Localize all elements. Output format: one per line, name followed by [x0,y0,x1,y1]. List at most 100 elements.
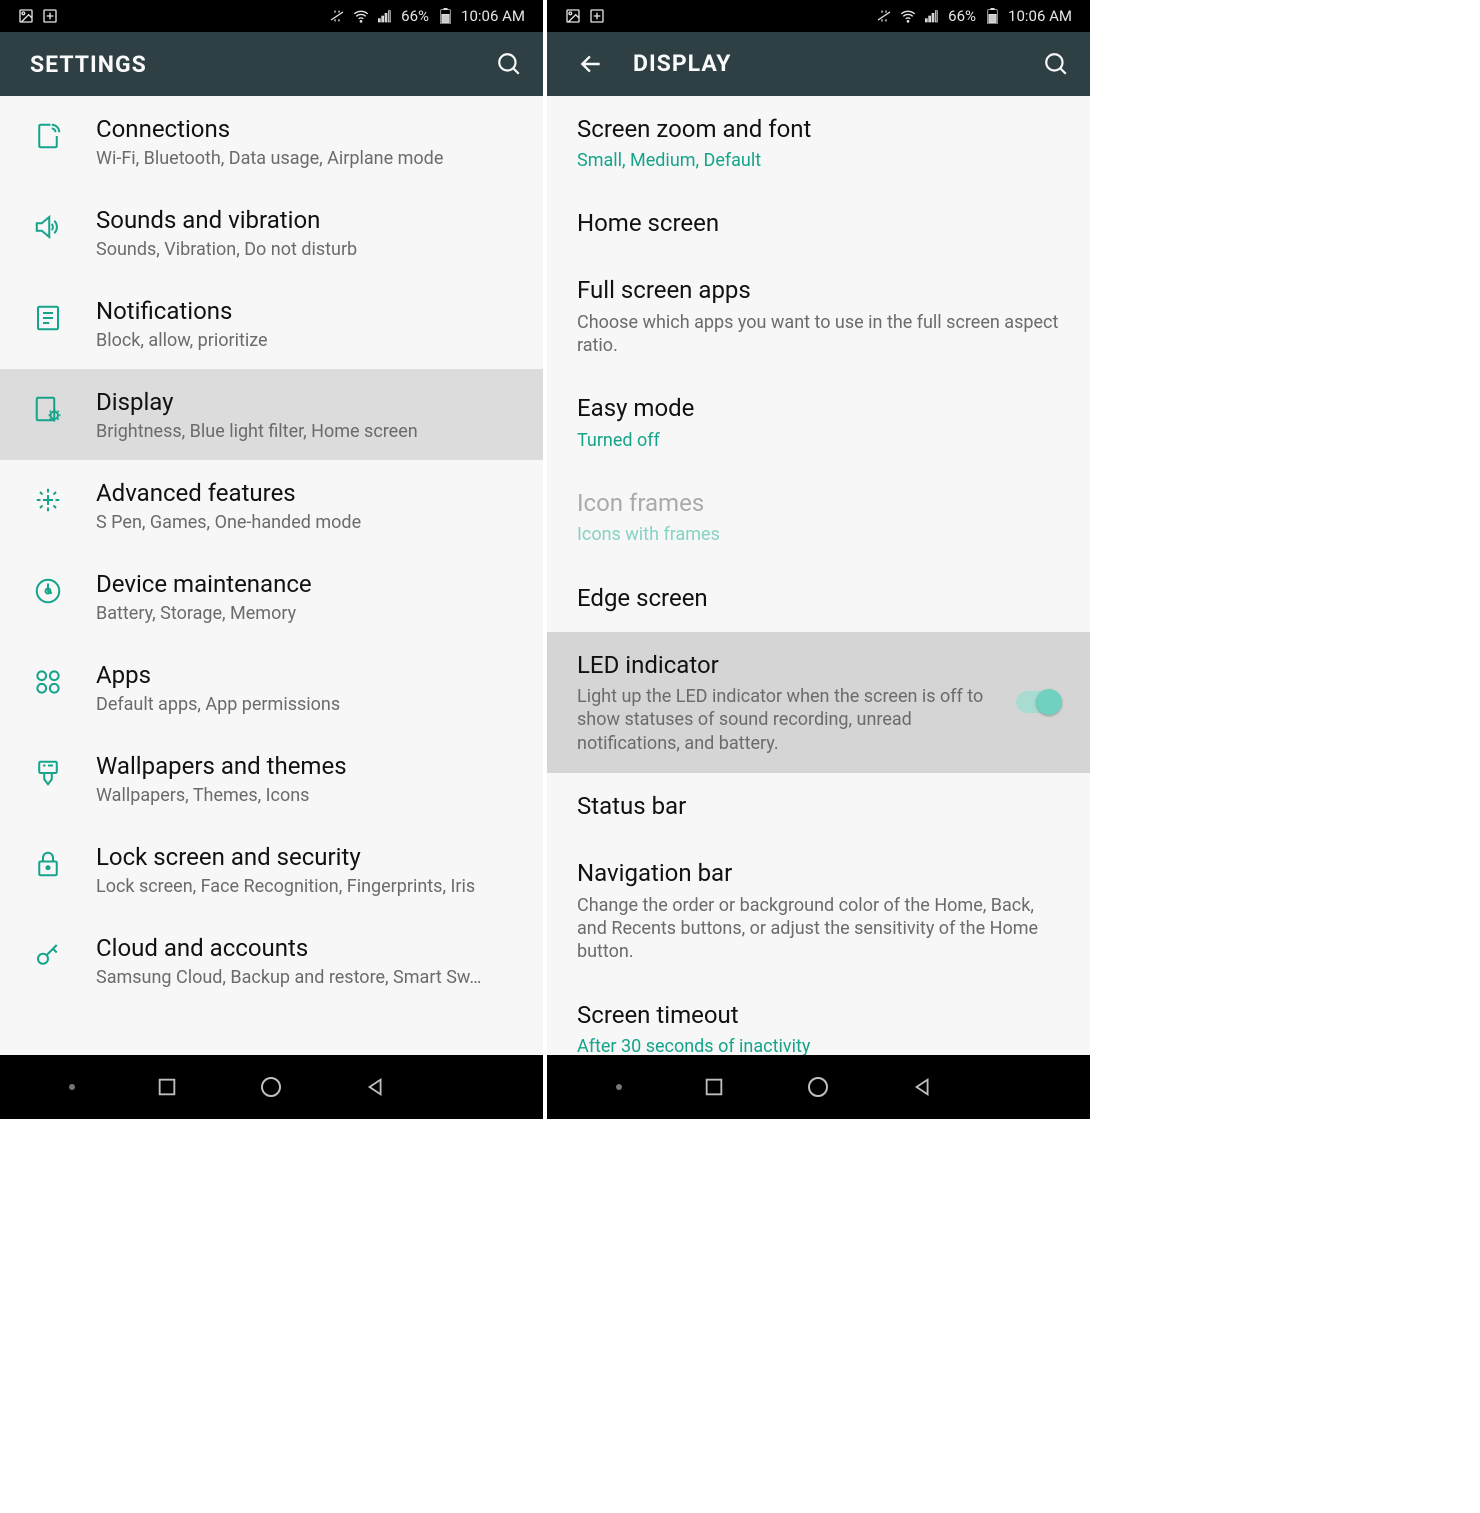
recents-button[interactable] [701,1074,727,1100]
vibrate-icon [329,8,345,24]
row-title: Wallpapers and themes [96,751,523,781]
app-bar: SETTINGS [0,32,543,96]
row-title: Cloud and accounts [96,933,523,963]
row-title: Sounds and vibration [96,205,523,235]
signal-icon [377,8,393,24]
row-title: Notifications [96,296,523,326]
key-icon [30,937,66,973]
battery-percentage: 66% [948,7,976,25]
settings-item-connections[interactable]: Connections Wi-Fi, Bluetooth, Data usage… [0,96,543,187]
screenshot-notification-icon [589,8,605,24]
back-button[interactable] [363,1074,389,1100]
wifi-icon [353,8,369,24]
screenshot-notification-icon [42,8,58,24]
item-easy-mode[interactable]: Easy mode Turned off [547,375,1090,470]
row-subtitle: S Pen, Games, One-handed mode [96,512,523,533]
connections-icon [30,118,66,154]
home-button[interactable] [805,1074,831,1100]
settings-item-sounds[interactable]: Sounds and vibration Sounds, Vibration, … [0,187,543,278]
item-subtitle: After 30 seconds of inactivity [577,1035,1060,1055]
item-full-screen-apps[interactable]: Full screen apps Choose which apps you w… [547,257,1090,375]
settings-item-wallpapers[interactable]: Wallpapers and themes Wallpapers, Themes… [0,733,543,824]
speaker-icon [30,209,66,245]
page-title: DISPLAY [633,50,732,77]
vibrate-icon [876,8,892,24]
clock-time: 10:06 AM [461,7,525,25]
clock-time: 10:06 AM [1008,7,1072,25]
navigation-bar [0,1055,543,1119]
settings-item-display[interactable]: Display Brightness, Blue light filter, H… [0,369,543,460]
item-status-bar[interactable]: Status bar [547,773,1090,840]
status-bar: 66% 10:06 AM [547,0,1090,32]
apps-grid-icon [30,664,66,700]
item-edge-screen[interactable]: Edge screen [547,565,1090,632]
display-icon [30,391,66,427]
item-title: Edge screen [577,583,1060,614]
row-subtitle: Default apps, App permissions [96,694,523,715]
settings-item-lockscreen[interactable]: Lock screen and security Lock screen, Fa… [0,824,543,915]
item-subtitle: Choose which apps you want to use in the… [577,311,1060,358]
maintenance-icon [30,573,66,609]
settings-item-cloud[interactable]: Cloud and accounts Samsung Cloud, Backup… [0,915,543,1006]
item-title: Full screen apps [577,275,1060,306]
led-toggle-switch[interactable] [1016,691,1060,713]
item-title: Screen zoom and font [577,114,1060,145]
page-title: SETTINGS [30,51,147,78]
item-screen-zoom[interactable]: Screen zoom and font Small, Medium, Defa… [547,96,1090,191]
row-title: Device maintenance [96,569,523,599]
row-subtitle: Block, allow, prioritize [96,330,523,351]
settings-item-maintenance[interactable]: Device maintenance Battery, Storage, Mem… [0,551,543,642]
image-notification-icon [18,8,34,24]
item-subtitle: Turned off [577,429,1060,452]
image-notification-icon [565,8,581,24]
back-button[interactable] [910,1074,936,1100]
item-led-indicator[interactable]: LED indicator Light up the LED indicator… [547,632,1090,773]
item-title: Navigation bar [577,858,1060,889]
phone-left-settings: 66% 10:06 AM SETTINGS Connections Wi-Fi,… [0,0,545,1119]
item-screen-timeout[interactable]: Screen timeout After 30 seconds of inact… [547,982,1090,1056]
row-title: Lock screen and security [96,842,523,872]
item-icon-frames[interactable]: Icon frames Icons with frames [547,470,1090,565]
row-subtitle: Sounds, Vibration, Do not disturb [96,239,523,260]
nav-hint-dot [616,1084,622,1090]
notifications-list-icon [30,300,66,336]
plus-gear-icon [30,482,66,518]
settings-item-apps[interactable]: Apps Default apps, App permissions [0,642,543,733]
row-title: Apps [96,660,523,690]
brush-icon [30,755,66,791]
battery-percentage: 66% [401,7,429,25]
item-navigation-bar[interactable]: Navigation bar Change the order or backg… [547,840,1090,981]
row-subtitle: Samsung Cloud, Backup and restore, Smart… [96,967,523,988]
search-icon[interactable] [1042,50,1070,78]
item-home-screen[interactable]: Home screen [547,190,1090,257]
recents-button[interactable] [154,1074,180,1100]
battery-icon [984,8,1000,24]
row-subtitle: Wallpapers, Themes, Icons [96,785,523,806]
nav-hint-dot [69,1084,75,1090]
app-bar: DISPLAY [547,32,1090,96]
display-settings-list: Screen zoom and font Small, Medium, Defa… [547,96,1090,1056]
item-title: Home screen [577,208,1060,239]
item-title: Screen timeout [577,1000,1060,1031]
wifi-icon [900,8,916,24]
back-arrow-icon[interactable] [577,50,605,78]
settings-item-advanced[interactable]: Advanced features S Pen, Games, One-hand… [0,460,543,551]
status-bar: 66% 10:06 AM [0,0,543,32]
item-title: LED indicator [577,650,996,681]
item-subtitle: Icons with frames [577,523,1060,546]
phone-right-display: 66% 10:06 AM DISPLAY Screen zoom and fon… [545,0,1090,1119]
search-icon[interactable] [495,50,523,78]
item-title: Icon frames [577,488,1060,519]
row-subtitle: Brightness, Blue light filter, Home scre… [96,421,523,442]
settings-list: Connections Wi-Fi, Bluetooth, Data usage… [0,96,543,1055]
item-subtitle: Light up the LED indicator when the scre… [577,685,996,755]
row-subtitle: Wi-Fi, Bluetooth, Data usage, Airplane m… [96,148,523,169]
lock-icon [30,846,66,882]
item-subtitle: Change the order or background color of … [577,894,1060,964]
item-title: Easy mode [577,393,1060,424]
navigation-bar [547,1055,1090,1119]
settings-item-notifications[interactable]: Notifications Block, allow, prioritize [0,278,543,369]
home-button[interactable] [258,1074,284,1100]
row-title: Connections [96,114,523,144]
item-subtitle: Small, Medium, Default [577,149,1060,172]
